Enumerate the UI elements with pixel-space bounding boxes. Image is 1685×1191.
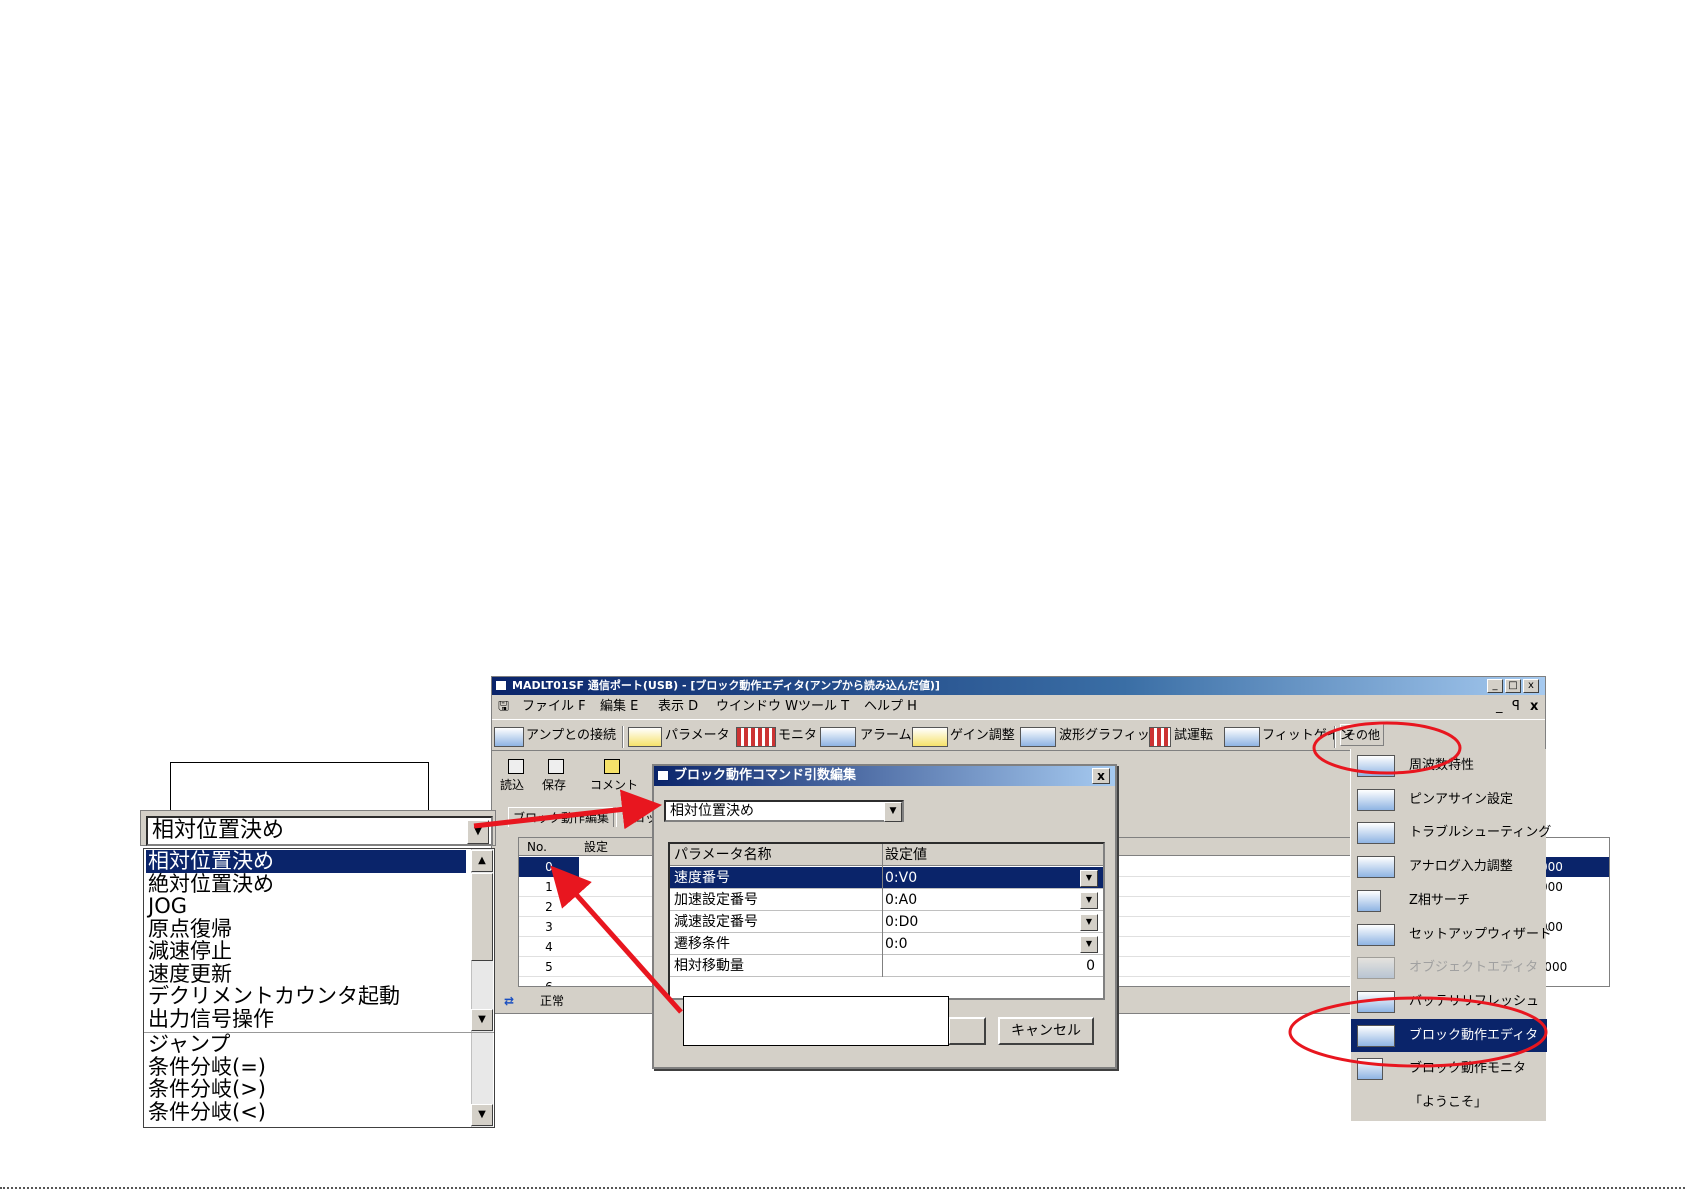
highlight-circle-other [1312, 721, 1462, 775]
highlight-circle-block-editor [1288, 996, 1548, 1068]
annotation-layer [473, 721, 1548, 1068]
arrow-annotation-to-dialog [473, 789, 662, 830]
page-bottom-border [0, 1187, 1685, 1189]
arrow-annotation-to-row [550, 865, 683, 1014]
